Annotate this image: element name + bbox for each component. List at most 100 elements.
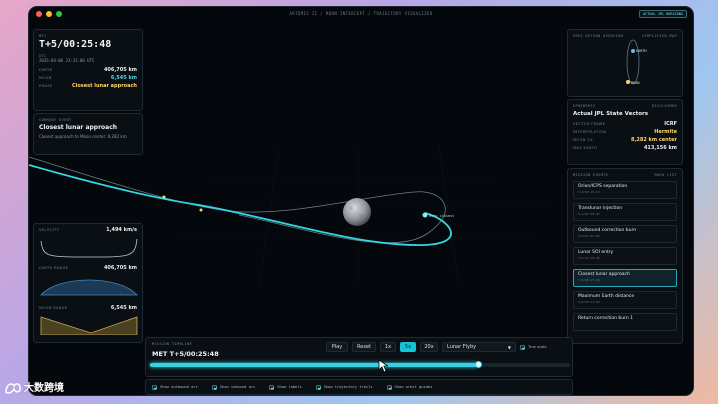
overview-moon-label: MOON xyxy=(631,81,639,85)
speed-5x-button[interactable]: 5x xyxy=(400,342,416,352)
event-time: T+2/07:45:02 xyxy=(578,234,600,238)
moon[interactable] xyxy=(343,198,371,226)
option-inbound-arc[interactable]: Show inbound arc xyxy=(211,384,256,390)
watermark-text: 大数跨境 xyxy=(24,383,64,394)
current-event-label: CURRENT EVENT xyxy=(39,118,72,122)
mission-events-panel: MISSION EVENTS MARK LIST Orion/ICPS separ… xyxy=(567,168,683,344)
checkbox-icon xyxy=(386,384,392,390)
spacecraft-label: Moon closest xyxy=(429,214,454,218)
ephemeris-row-label: INTERPOLATION xyxy=(573,130,607,134)
overview-panel: FREE-RETURN OVERVIEW SIMPLIFIED MAP EARTH… xyxy=(567,29,683,97)
true-scale-label: True scale xyxy=(528,345,547,349)
checkbox-icon xyxy=(211,384,217,390)
earth-distance-label: EARTH xyxy=(39,68,53,72)
reset-button[interactable]: Reset xyxy=(352,342,376,352)
phase-label: PHASE xyxy=(39,84,53,88)
ephemeris-label: EPHEMERIS xyxy=(573,104,596,108)
option-outbound-arc[interactable]: Show outbound arc xyxy=(152,384,198,390)
preset-value: Lunar Flyby xyxy=(447,344,477,350)
ephemeris-row-label: VECTOR FRAME xyxy=(573,122,606,126)
overview-moon[interactable] xyxy=(626,80,630,84)
timeline-handle[interactable] xyxy=(474,361,482,368)
current-event-description: Closest approach to Moon center: 8,282 k… xyxy=(39,134,127,139)
ephemeris-row-label: MOON CA xyxy=(573,138,593,142)
ephemeris-row-value: Hermite xyxy=(654,129,677,135)
watermark-icon xyxy=(5,382,21,394)
timeline-progress xyxy=(150,363,478,367)
chevron-down-icon: ▼ xyxy=(507,344,511,350)
playback-panel: MISSION TIMELINE MET T+5/00:25:48 Play R… xyxy=(145,337,573,377)
moon-distance-value: 6,545 km xyxy=(110,75,137,81)
current-event-title: Closest lunar approach xyxy=(39,124,118,131)
velocity-chart: VELOCITY 1,494 km/s xyxy=(39,227,138,263)
speed-1x-button[interactable]: 1x xyxy=(380,342,396,352)
overview-earth-label: EARTH xyxy=(636,49,647,53)
event-time: T+1/01:09:47 xyxy=(578,212,600,216)
velocity-value: 1,494 km/s xyxy=(106,227,137,233)
event-item-selected[interactable]: Closest lunar approach T+5/00:25:48 xyxy=(573,269,677,287)
option-label: Show trajectory trails xyxy=(323,385,373,389)
event-name: Translunar injection xyxy=(578,206,623,211)
ephemeris-row-label: MAX EARTH xyxy=(573,146,598,150)
option-trajectory-trails[interactable]: Show trajectory trails xyxy=(315,384,373,390)
ephemeris-row-value: 8,282 km center xyxy=(631,137,677,143)
checkbox-icon xyxy=(315,384,321,390)
option-labels[interactable]: Show labels xyxy=(269,384,302,390)
moon-range-label: MOON RANGE xyxy=(39,306,68,310)
met-label: MET xyxy=(39,34,47,38)
checkbox-icon xyxy=(520,344,525,350)
event-item[interactable]: Outbound correction burn T+2/07:45:02 xyxy=(573,225,677,243)
ephemeris-title: Actual JPL State Vectors xyxy=(573,111,648,117)
speed-20x-button[interactable]: 20x xyxy=(420,342,438,352)
earth-range-area xyxy=(40,279,138,296)
utc-value: 2026-04-06 23:31:06 UTC xyxy=(39,58,95,63)
event-time: T+5/00:25:48 xyxy=(578,278,600,282)
event-name: Outbound correction burn xyxy=(578,228,637,233)
ephemeris-panel: EPHEMERIS DISCLAIMER Actual JPL State Vec… xyxy=(567,99,683,165)
option-label: Show labels xyxy=(277,385,302,389)
earth-range-value: 406,705 km xyxy=(103,265,137,271)
telemetry-panel: VELOCITY 1,494 km/s EARTH RANGE 406,705 km… xyxy=(33,223,143,343)
event-name: Orion/ICPS separation xyxy=(578,184,628,189)
ephemeris-row-value: 413,156 km xyxy=(643,145,677,151)
event-name: Return correction burn 1 xyxy=(578,316,634,321)
event-item[interactable]: Translunar injection T+1/01:09:47 xyxy=(573,203,677,221)
preset-select[interactable]: Lunar Flyby ▼ xyxy=(442,342,516,352)
event-item[interactable]: Return correction burn 1 xyxy=(573,313,677,331)
moon-range-chart: MOON RANGE 6,545 km xyxy=(39,305,138,341)
moon-range-value: 6,545 km xyxy=(110,305,137,311)
watermark-logo: 大数跨境 xyxy=(4,379,64,394)
option-orbit-guides[interactable]: Show orbit guides xyxy=(386,384,433,390)
velocity-label: VELOCITY xyxy=(39,228,60,232)
met-value: T+5/00:25:48 xyxy=(39,39,112,50)
overview-label-right: SIMPLIFIED MAP xyxy=(641,34,677,38)
mission-clock-panel: MET T+5/00:25:48 UTC 2026-04-06 23:31:06… xyxy=(33,29,143,111)
timeline-slider[interactable] xyxy=(150,361,570,368)
moon-distance-label: MOON xyxy=(39,76,52,80)
checkbox-icon xyxy=(152,384,157,390)
playback-met: MET T+5/00:25:48 xyxy=(152,350,219,358)
event-name: Lunar SOI entry xyxy=(578,250,614,255)
event-item[interactable]: Lunar SOI entry T+4/17:18:40 xyxy=(573,247,677,265)
earth-range-chart: EARTH RANGE 406,705 km xyxy=(39,265,138,303)
event-item[interactable]: Orion/ICPS separation T+0/03:25:12 xyxy=(573,181,677,199)
earth-distance-value: 406,705 km xyxy=(103,67,137,73)
option-label: Show orbit guides xyxy=(394,385,433,389)
event-time: T+0/03:25:12 xyxy=(578,190,600,194)
mouse-cursor-icon xyxy=(378,359,388,373)
option-label: Show inbound arc xyxy=(219,385,256,389)
event-time: T+4/17:18:40 xyxy=(578,256,600,260)
overview-earth[interactable] xyxy=(631,49,635,53)
checkbox-icon xyxy=(269,384,275,390)
true-scale-toggle[interactable]: True scale xyxy=(520,344,547,350)
event-item[interactable]: Maximum Earth distance T+5/02:11:04 xyxy=(573,291,677,309)
option-label: Show outbound arc xyxy=(160,385,198,389)
earth-range-label: EARTH RANGE xyxy=(39,266,69,270)
ephemeris-label-right: DISCLAIMER xyxy=(651,104,677,108)
spacecraft-marker[interactable] xyxy=(422,212,428,218)
waypoint-marker[interactable] xyxy=(199,208,203,212)
phase-value: Closest lunar approach xyxy=(71,83,137,89)
app-window: ARTEMIS II / MOON INTERCEPT / TRAJECTORY… xyxy=(28,6,694,396)
waypoint-marker[interactable] xyxy=(162,195,166,199)
play-button[interactable]: Play xyxy=(326,342,348,352)
